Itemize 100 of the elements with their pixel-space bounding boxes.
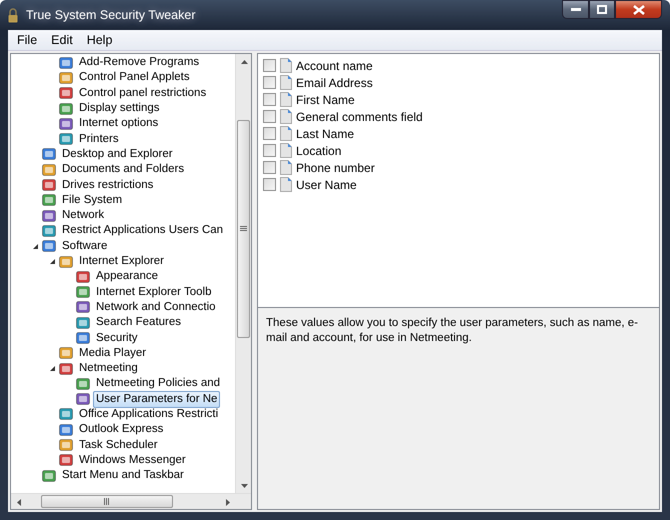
document-icon [280, 160, 292, 175]
tree-item[interactable]: Desktop and Explorer [59, 146, 176, 163]
padlock-icon [8, 8, 18, 22]
maximize-button[interactable] [589, 0, 615, 19]
tree-item[interactable]: User Parameters for Ne [93, 390, 220, 408]
window-title: True System Security Tweaker [26, 8, 196, 22]
program-icon [58, 131, 74, 148]
checkbox[interactable] [263, 127, 276, 140]
tree-item[interactable]: Restrict Applications Users Can [59, 222, 226, 240]
grip-icon [104, 498, 110, 505]
program-icon [58, 437, 74, 454]
setting-label[interactable]: Account name [296, 58, 373, 72]
program-icon [41, 468, 57, 484]
program-icon [58, 406, 74, 422]
program-icon [41, 222, 57, 239]
checkbox[interactable] [263, 144, 276, 157]
tree-item[interactable]: Internet options [76, 115, 162, 132]
checkbox[interactable] [263, 59, 276, 72]
menu-item[interactable]: File [10, 33, 44, 47]
program-icon [75, 391, 91, 408]
tree-item[interactable]: Display settings [76, 100, 163, 118]
checkbox[interactable] [263, 110, 276, 123]
tree-item[interactable]: Security [93, 330, 141, 346]
tree-item[interactable]: Network and Connectio [93, 298, 219, 316]
program-icon [41, 192, 57, 208]
horizontal-scrollbar[interactable] [11, 493, 251, 509]
checkbox[interactable] [263, 93, 276, 106]
setting-label[interactable]: Location [296, 144, 342, 158]
expanded-arrow-icon[interactable] [49, 365, 56, 372]
program-icon [41, 208, 57, 224]
setting-label[interactable]: User Name [296, 178, 357, 192]
tree-item[interactable]: Office Applications Restricti [76, 406, 222, 423]
up-arrow-icon[interactable] [240, 58, 248, 66]
program-icon [75, 330, 91, 346]
document-icon [280, 75, 292, 90]
tree-item[interactable]: Control Panel Applets [76, 69, 193, 86]
program-icon [75, 376, 91, 392]
tree-item[interactable]: Internet Explorer [76, 253, 168, 270]
setting-label[interactable]: Phone number [296, 160, 375, 174]
tree-item[interactable]: Netmeeting [76, 360, 141, 378]
document-icon [280, 92, 292, 107]
document-icon [280, 143, 292, 158]
menu-item[interactable]: Edit [44, 33, 80, 47]
minimize-button[interactable] [562, 0, 589, 19]
close-button[interactable] [615, 0, 662, 19]
tree-item[interactable]: Appearance [93, 268, 162, 286]
setting-label[interactable]: First Name [296, 92, 355, 106]
tree-item[interactable]: Network [59, 207, 108, 224]
left-arrow-icon[interactable] [16, 498, 22, 506]
setting-label[interactable]: Last Name [296, 126, 354, 140]
grip-icon [240, 226, 247, 232]
tree-item[interactable]: Drives restrictions [59, 176, 156, 194]
tree-item[interactable]: Task Scheduler [76, 436, 161, 454]
tree-item[interactable]: Internet Explorer Toolb [93, 284, 214, 301]
tree-item[interactable]: Media Player [76, 344, 150, 362]
program-icon [58, 254, 74, 270]
program-icon [41, 162, 57, 178]
down-arrow-icon[interactable] [240, 482, 248, 488]
tree-item[interactable]: Documents and Folders [59, 161, 188, 178]
expanded-arrow-icon[interactable] [49, 258, 56, 265]
right-arrow-icon[interactable] [224, 498, 230, 506]
document-icon [280, 109, 292, 124]
program-icon [58, 100, 74, 117]
program-icon [58, 70, 74, 86]
tree-item[interactable]: Search Features [93, 314, 184, 332]
tree-item[interactable]: Windows Messenger [76, 452, 189, 469]
program-icon [75, 314, 91, 331]
tree-item[interactable]: Netmeeting Policies and [93, 375, 224, 392]
program-icon [75, 299, 91, 316]
checkbox[interactable] [263, 76, 276, 89]
tree-item[interactable]: File System [59, 192, 126, 209]
setting-label[interactable]: General comments field [296, 110, 423, 124]
program-icon [58, 452, 74, 468]
tree-item[interactable]: Control panel restrictions [76, 84, 210, 102]
document-icon [280, 126, 292, 141]
program-icon [58, 360, 74, 377]
close-icon [632, 4, 644, 14]
menu-item[interactable]: Help [80, 33, 120, 47]
tree-item[interactable]: Add-Remove Programs [76, 54, 202, 72]
checkbox[interactable] [263, 178, 276, 191]
tree-item[interactable]: Outlook Express [76, 421, 166, 438]
tree-item[interactable]: Software [59, 238, 110, 255]
minimize-icon [570, 8, 580, 12]
maximize-icon [597, 5, 607, 14]
document-icon [280, 177, 292, 192]
document-icon [280, 58, 292, 73]
program-icon [75, 284, 91, 300]
program-icon [41, 146, 57, 162]
program-icon [58, 85, 74, 102]
program-icon [58, 345, 74, 362]
program-icon [41, 238, 57, 254]
setting-label[interactable]: Email Address [296, 76, 373, 90]
program-icon [58, 422, 74, 438]
program-icon [41, 177, 57, 194]
tree-item[interactable]: Printers [76, 130, 122, 148]
vertical-scrollbar[interactable] [235, 54, 251, 493]
checkbox[interactable] [263, 161, 276, 174]
expanded-arrow-icon[interactable] [32, 242, 39, 250]
program-icon [58, 116, 74, 132]
tree-item[interactable]: Start Menu and Taskbar [59, 467, 187, 484]
